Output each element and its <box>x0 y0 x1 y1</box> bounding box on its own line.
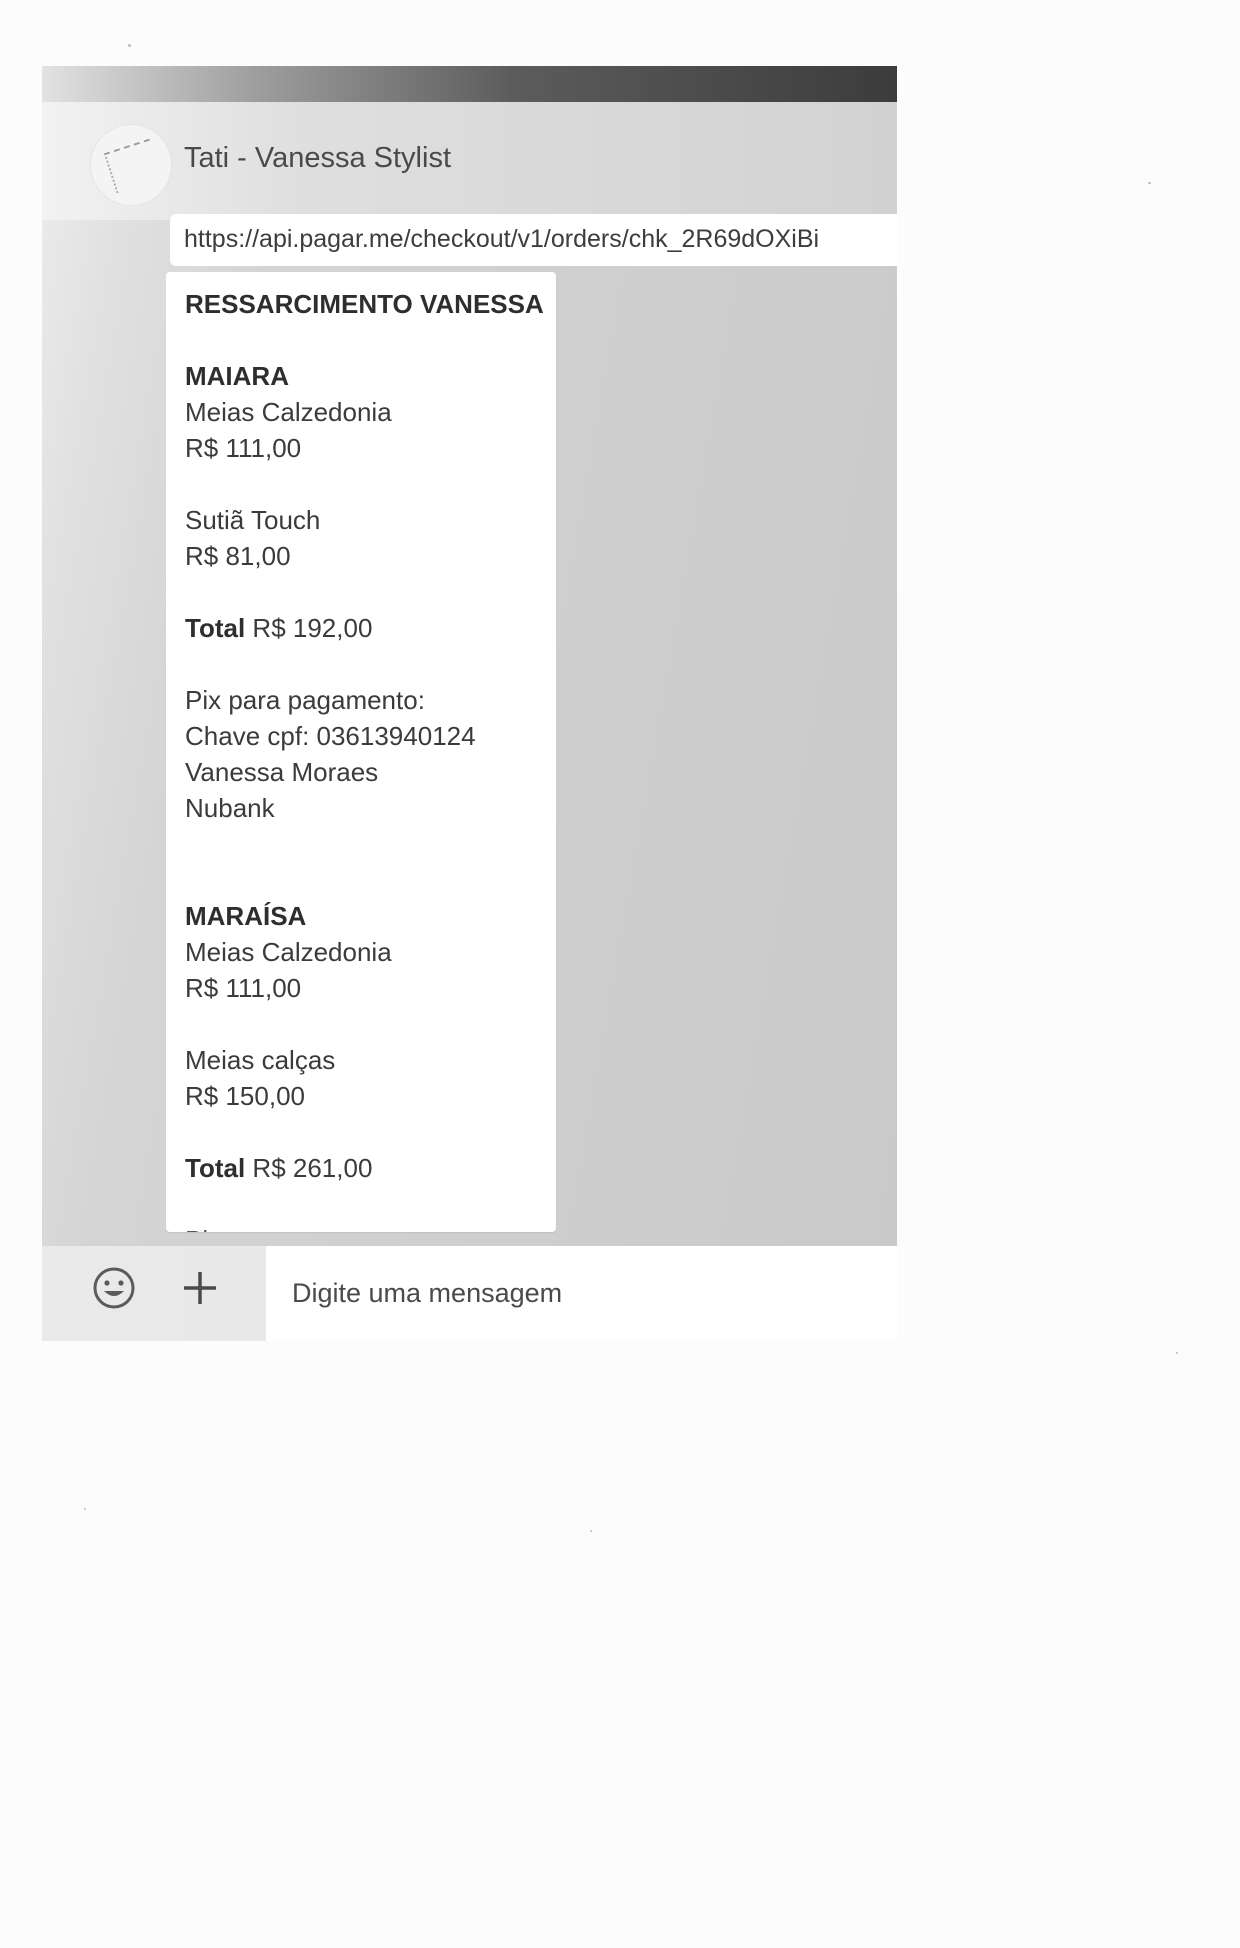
pix-holder: Vanessa Moraes <box>185 757 379 787</box>
text-message-bubble[interactable]: RESSARCIMENTO VANESSA MAIARA Meias Calze… <box>166 272 556 1232</box>
link-preview-text[interactable]: https://api.pagar.me/checkout/v1/orders/… <box>184 225 819 254</box>
item-name: Meias calças <box>185 1045 336 1075</box>
total-value: R$ 192,00 <box>252 613 373 643</box>
person-name: MARAÍSA <box>185 901 307 931</box>
pix-key: Chave cpf: 03613940124 <box>185 721 476 751</box>
person-name: MAIARA <box>185 361 289 391</box>
total-label: Total <box>185 1153 246 1183</box>
window-top-bar <box>42 66 897 102</box>
total-value: R$ 261,00 <box>252 1153 373 1183</box>
scan-speck <box>1148 182 1151 184</box>
item-name: Meias Calzedonia <box>185 937 392 967</box>
scan-speck <box>128 44 131 47</box>
message-content: RESSARCIMENTO VANESSA MAIARA Meias Calze… <box>185 286 547 1232</box>
item-price: R$ 111,00 <box>185 433 302 463</box>
scan-speck <box>590 1530 592 1532</box>
cut-off-line: Pix para pagamento: <box>185 1222 547 1232</box>
scanned-page: Tati - Vanessa Stylist https://api.pagar… <box>0 0 1240 1948</box>
pix-bank: Nubank <box>185 793 275 823</box>
scan-speck <box>84 1508 86 1510</box>
item-price: R$ 81,00 <box>185 541 291 571</box>
item-price: R$ 150,00 <box>185 1081 305 1111</box>
contact-avatar[interactable] <box>90 124 172 206</box>
message-composer <box>42 1246 897 1341</box>
message-title: RESSARCIMENTO VANESSA <box>185 289 544 319</box>
message-input[interactable] <box>266 1246 897 1341</box>
link-message-bubble[interactable]: https://api.pagar.me/checkout/v1/orders/… <box>170 214 897 266</box>
total-line: Total R$ 192,00 <box>185 610 547 646</box>
avatar-image-icon <box>103 138 163 194</box>
item-price: R$ 111,00 <box>185 973 302 1003</box>
item-name: Meias Calzedonia <box>185 397 392 427</box>
plus-icon[interactable] <box>178 1266 222 1310</box>
total-line: Total R$ 261,00 <box>185 1150 547 1186</box>
pix-heading: Pix para pagamento: <box>185 685 425 715</box>
item-name: Sutiã Touch <box>185 505 321 535</box>
contact-name[interactable]: Tati - Vanessa Stylist <box>184 142 451 175</box>
scan-speck <box>1176 1352 1178 1354</box>
smiley-icon[interactable] <box>92 1266 136 1310</box>
total-label: Total <box>185 613 246 643</box>
chat-window: Tati - Vanessa Stylist https://api.pagar… <box>42 66 897 1341</box>
